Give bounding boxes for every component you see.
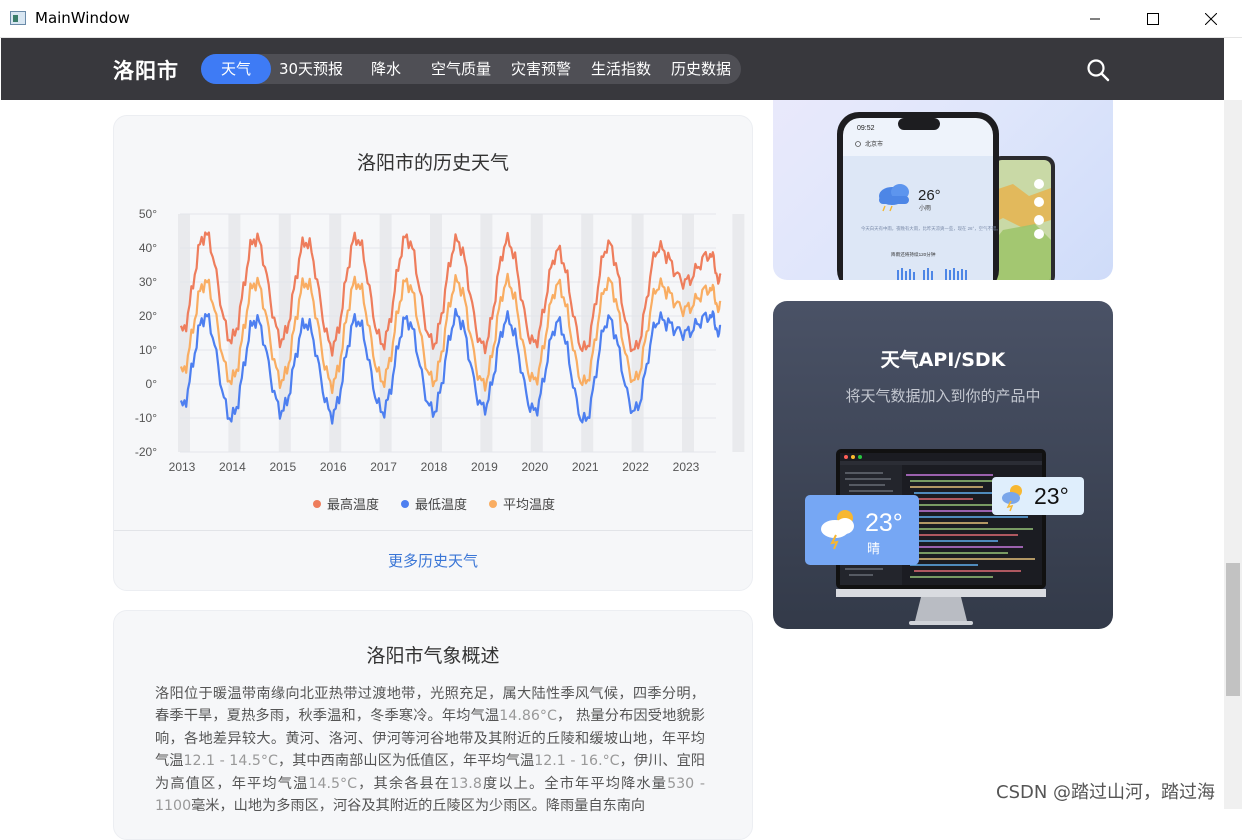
maximize-button[interactable]	[1124, 0, 1182, 38]
close-button[interactable]	[1182, 0, 1240, 38]
summary-segment: 毫米，山地为多雨区，河谷及其附近的丘陵区为少雨区。降雨量自东南向	[191, 798, 646, 815]
summary-number: 14.5°C	[308, 775, 358, 792]
large-widget-temp: 23°	[865, 509, 903, 537]
weather-api-promo[interactable]: 天气API/SDK 将天气数据加入到你的产品中 23° 23° 晴	[773, 301, 1113, 629]
chart-y-tick: 30°	[139, 275, 157, 289]
summary-number: 13.8	[450, 775, 482, 792]
chart-x-tick: 2020	[521, 460, 548, 474]
chart-legend-label: 平均温度	[503, 497, 555, 513]
small-widget-temp: 23°	[1034, 483, 1069, 509]
app-icon	[10, 11, 26, 25]
nav-tabs: 天气 30天预报 降水 空气质量 灾害预警 生活指数 历史数据	[201, 54, 741, 84]
api-promo-title: 天气API/SDK	[880, 349, 1006, 371]
summary-card-title: 洛阳市气象概述	[366, 645, 500, 667]
chart-x-tick: 2022	[622, 460, 649, 474]
chart-year-band	[732, 214, 745, 452]
phone-rain-note: 降雨还将持续120分钟	[891, 251, 936, 258]
phone-condition: 小雨	[919, 204, 931, 212]
chart-x-tick: 2017	[370, 460, 397, 474]
phone-time: 09:52	[857, 125, 875, 132]
chart-x-tick: 2019	[471, 460, 498, 474]
climate-summary-card: 洛阳市气象概述 洛阳位于暖温带南缘向北亚热带过渡地带，光照充足，属大陆性季风气候…	[113, 610, 753, 840]
chart-x-tick: 2014	[219, 460, 246, 474]
more-history-link[interactable]: 更多历史天气	[114, 550, 752, 571]
chart-legend-marker	[401, 500, 409, 508]
chart-y-tick: 20°	[139, 309, 157, 323]
chart-x-tick: 2013	[169, 460, 196, 474]
summary-number: 14.86°C	[499, 708, 557, 725]
top-navbar: 洛阳市 天气 30天预报 降水 空气质量 灾害预警 生活指数 历史数据	[1, 38, 1224, 100]
tab-30day[interactable]: 30天预报	[273, 54, 349, 84]
chart-y-tick: 40°	[139, 241, 157, 255]
chart-y-tick: -20°	[135, 445, 157, 459]
tab-disaster-warning[interactable]: 灾害预警	[503, 54, 579, 84]
window-title: MainWindow	[35, 9, 130, 27]
phone-temp: 26°	[918, 187, 941, 204]
chart-year-band	[480, 214, 493, 452]
summary-segment: ，其中西南部山区为低值区，年平均气温	[277, 753, 535, 770]
city-name: 洛阳市	[113, 59, 179, 83]
minimize-button[interactable]	[1066, 0, 1124, 38]
api-promo-subtitle: 将天气数据加入到你的产品中	[845, 387, 1041, 405]
tab-life-index[interactable]: 生活指数	[583, 54, 659, 84]
summary-segment: 度以上。全市年平均降水量	[481, 775, 668, 792]
chart-x-tick: 2023	[673, 460, 700, 474]
chart-x-tick: 2015	[269, 460, 296, 474]
tab-air-quality[interactable]: 空气质量	[423, 54, 499, 84]
card-divider	[114, 530, 752, 531]
search-icon[interactable]	[1086, 58, 1110, 82]
phone-desc: 今天白天有中雨，夜晚有大雨，比昨天凉爽一些，现在 26°，空气不错。	[861, 225, 1001, 232]
phone-city: 北京市	[865, 140, 883, 148]
climate-summary-text: 洛阳位于暖温带南缘向北亚热带过渡地带，光照充足，属大陆性季风气候，四季分明，春季…	[155, 683, 705, 817]
history-weather-card: 洛阳市的历史天气 50° 40° 30° 20° 10° 0° -10° -20° 2013 20…	[113, 115, 753, 591]
chart-y-tick: 50°	[139, 207, 157, 221]
chart-y-tick: -10°	[135, 411, 157, 425]
chart-y-tick: 0°	[146, 377, 158, 391]
close-icon	[1205, 13, 1217, 25]
phone-mockup-image: 09:52 北京市 26° 小雨 今天白天有中雨，夜晚有大雨，比昨天凉爽一些，现…	[837, 112, 1055, 280]
history-temperature-chart: 50° 40° 30° 20° 10° 0° -10° -20° 2013 2014 2015 201…	[135, 207, 745, 513]
chart-x-tick: 2016	[320, 460, 347, 474]
monitor-mockup-image: 23° 23° 晴	[805, 449, 1084, 625]
weather-app-promo[interactable]: 09:52 北京市 26° 小雨 今天白天有中雨，夜晚有大雨，比昨天凉爽一些，现…	[773, 100, 1113, 280]
chart-legend-label: 最低温度	[415, 497, 467, 513]
watermark: CSDN @踏过山河，踏过海	[996, 782, 1216, 803]
chart-x-tick: 2018	[421, 460, 448, 474]
window-titlebar: MainWindow	[0, 0, 1242, 38]
chart-legend-marker	[313, 500, 321, 508]
chart-legend-label: 最高温度	[327, 497, 379, 513]
tab-precipitation[interactable]: 降水	[357, 54, 415, 84]
summary-number: 12.1 - 14.5°C	[183, 753, 278, 770]
large-widget-condition: 晴	[867, 542, 880, 557]
vertical-scrollbar[interactable]	[1224, 100, 1242, 809]
chart-y-tick: 10°	[139, 343, 157, 357]
chart-x-tick: 2021	[572, 460, 599, 474]
tab-weather[interactable]: 天气	[201, 54, 271, 84]
scrollbar-thumb[interactable]	[1226, 563, 1240, 696]
maximize-icon	[1147, 13, 1159, 25]
chart-year-band	[178, 214, 190, 452]
chart-year-band	[430, 214, 442, 452]
chart-legend-marker	[489, 500, 497, 508]
summary-segment: ，其余各县在	[357, 775, 451, 792]
summary-number: 12.1 - 16.°C	[534, 753, 620, 770]
tab-history-data[interactable]: 历史数据	[663, 54, 739, 84]
minimize-icon	[1090, 18, 1100, 20]
